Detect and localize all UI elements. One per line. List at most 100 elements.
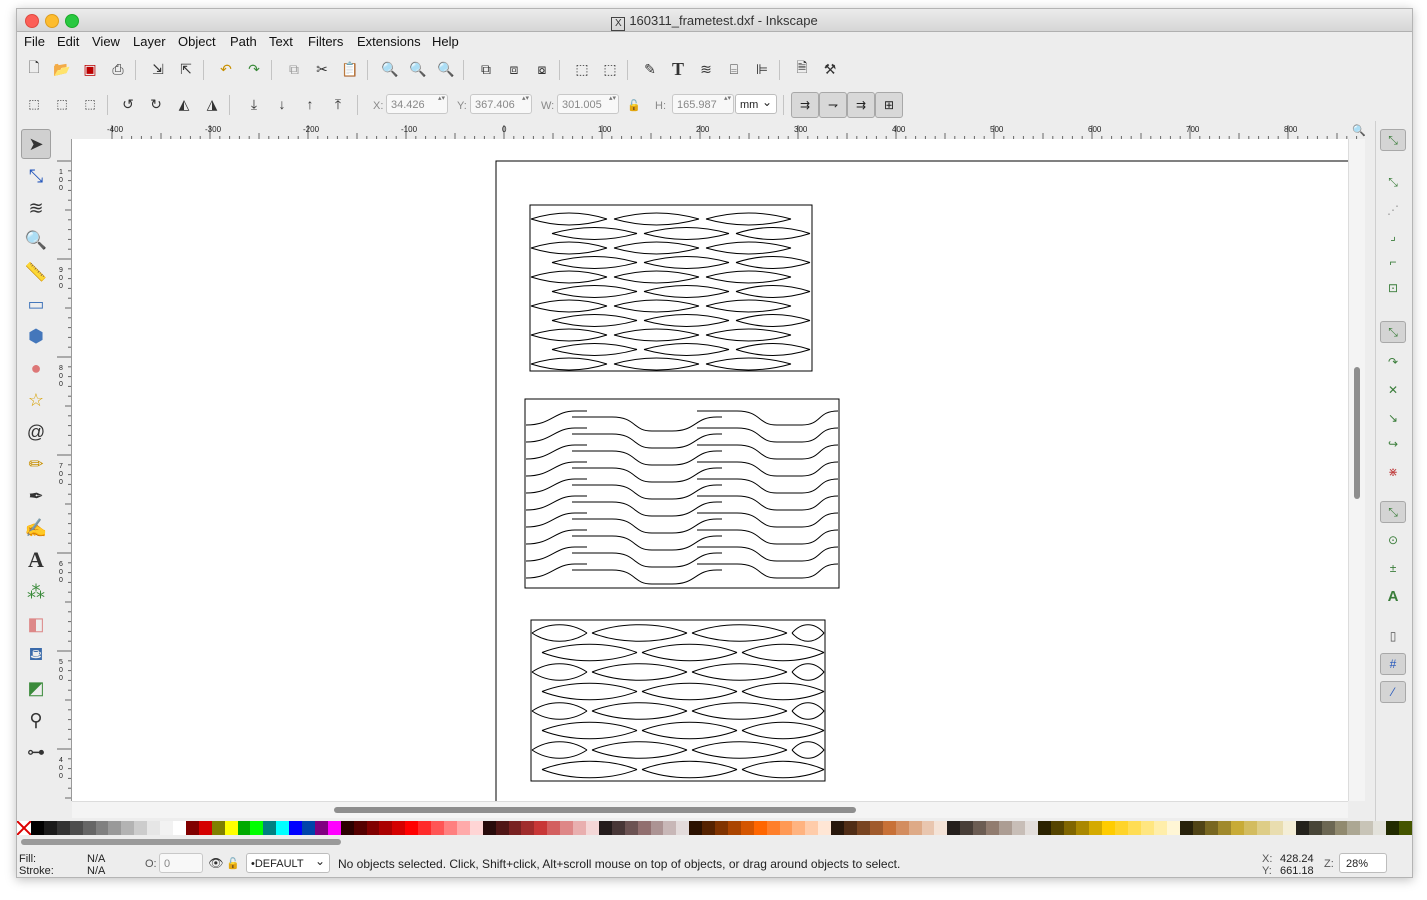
horizontal-scrollbar[interactable] bbox=[72, 801, 1348, 818]
xml-editor-icon[interactable]: ⌸ bbox=[723, 58, 745, 80]
snap-text-baseline-icon[interactable]: A bbox=[1380, 585, 1406, 607]
snap-page-border-icon[interactable]: ▯ bbox=[1380, 625, 1406, 647]
color-swatch[interactable] bbox=[973, 821, 987, 835]
scale-stroke-toggle[interactable]: ⇉ bbox=[791, 92, 819, 118]
color-swatch[interactable] bbox=[508, 821, 522, 835]
color-swatch[interactable] bbox=[573, 821, 586, 835]
no-paint-swatch[interactable] bbox=[17, 821, 31, 835]
color-swatch[interactable] bbox=[160, 821, 173, 835]
paste-icon[interactable]: 📋 bbox=[339, 58, 361, 80]
color-swatch[interactable] bbox=[43, 821, 57, 835]
select-all-icon[interactable]: ⬚ bbox=[23, 93, 45, 115]
color-swatch[interactable] bbox=[585, 821, 599, 835]
zoom-spinbox[interactable]: 28% bbox=[1339, 853, 1387, 873]
zoom-corner-icon[interactable]: 🔍 bbox=[1351, 122, 1367, 138]
color-swatch[interactable] bbox=[121, 821, 135, 835]
snap-bbox-center-icon[interactable]: ⊡ bbox=[1380, 277, 1406, 299]
color-swatch[interactable] bbox=[805, 821, 819, 835]
layers-icon[interactable]: ≋ bbox=[695, 58, 717, 80]
color-swatch[interactable] bbox=[108, 821, 122, 835]
menu-object[interactable]: Object bbox=[178, 34, 216, 49]
color-swatch[interactable] bbox=[1334, 821, 1348, 835]
gradient-icon[interactable]: ◩ bbox=[21, 673, 51, 703]
snap-bbox-midpoint-icon[interactable]: ⌐ bbox=[1380, 251, 1406, 273]
drawing-canvas[interactable] bbox=[72, 139, 1348, 801]
color-swatch[interactable] bbox=[469, 821, 483, 835]
transform-gradients-toggle[interactable]: ⇉ bbox=[847, 92, 875, 118]
stroke-value[interactable]: N/A bbox=[87, 865, 105, 877]
color-swatch[interactable] bbox=[521, 821, 535, 835]
color-swatch[interactable] bbox=[1257, 821, 1270, 835]
color-swatch[interactable] bbox=[792, 821, 806, 835]
rotate-ccw-icon[interactable]: ↺ bbox=[117, 93, 139, 115]
snap-object-center-icon[interactable]: ⊙ bbox=[1380, 529, 1406, 551]
color-swatch[interactable] bbox=[663, 821, 677, 835]
star-icon[interactable]: ☆ bbox=[21, 385, 51, 415]
color-swatch[interactable] bbox=[1115, 821, 1129, 835]
snap-path-intersection-icon[interactable]: ✕ bbox=[1380, 379, 1406, 401]
color-swatch[interactable] bbox=[818, 821, 832, 835]
width-spinbox[interactable]: 301.005 bbox=[557, 94, 619, 114]
color-swatch[interactable] bbox=[779, 821, 793, 835]
color-swatch[interactable] bbox=[1179, 821, 1193, 835]
color-swatch[interactable] bbox=[1270, 821, 1283, 835]
color-swatch[interactable] bbox=[444, 821, 457, 835]
color-swatch[interactable] bbox=[82, 821, 96, 835]
color-swatch[interactable] bbox=[353, 821, 367, 835]
snap-nodes-icon[interactable]: ⤡ bbox=[1380, 321, 1406, 343]
fill-value[interactable]: N/A bbox=[87, 853, 105, 865]
color-swatch[interactable] bbox=[1282, 821, 1296, 835]
ellipse-icon[interactable]: ● bbox=[21, 353, 51, 383]
menu-text[interactable]: Text bbox=[269, 34, 293, 49]
connector-icon[interactable]: ⊶ bbox=[21, 737, 51, 767]
color-swatch[interactable] bbox=[1399, 821, 1412, 835]
tweak-icon[interactable]: ≋ bbox=[21, 193, 51, 223]
frame-pattern-2[interactable] bbox=[524, 398, 840, 589]
dropper-icon[interactable]: ⚲ bbox=[21, 705, 51, 735]
menu-file[interactable]: File bbox=[24, 34, 45, 49]
color-swatch[interactable] bbox=[1011, 821, 1025, 835]
new-document-icon[interactable]: 🗋 bbox=[23, 58, 45, 80]
spray-icon[interactable]: ⁂ bbox=[21, 577, 51, 607]
document-properties-icon[interactable]: 🗎 bbox=[791, 58, 813, 80]
group-icon[interactable]: ⬚ bbox=[571, 58, 593, 80]
color-swatch[interactable] bbox=[1295, 821, 1309, 835]
eye-visibility-icon[interactable]: 👁 bbox=[207, 853, 225, 873]
color-swatch[interactable] bbox=[1102, 821, 1116, 835]
color-swatch[interactable] bbox=[237, 821, 251, 835]
color-swatch[interactable] bbox=[366, 821, 380, 835]
menu-filters[interactable]: Filters bbox=[308, 34, 343, 49]
color-swatch[interactable] bbox=[147, 821, 161, 835]
vertical-scroll-thumb[interactable] bbox=[1354, 367, 1360, 499]
color-swatch[interactable] bbox=[431, 821, 444, 835]
menu-layer[interactable]: Layer bbox=[133, 34, 166, 49]
frame-pattern-3[interactable] bbox=[530, 619, 826, 782]
lock-proportions-icon[interactable]: 🔓 bbox=[623, 94, 645, 116]
color-swatch[interactable] bbox=[934, 821, 948, 835]
color-swatch[interactable] bbox=[947, 821, 961, 835]
color-swatch[interactable] bbox=[185, 821, 199, 835]
rotate-cw-icon[interactable]: ↻ bbox=[145, 93, 167, 115]
color-swatch[interactable] bbox=[495, 821, 509, 835]
color-swatch[interactable] bbox=[1063, 821, 1077, 835]
color-swatch[interactable] bbox=[314, 821, 328, 835]
color-swatch[interactable] bbox=[611, 821, 625, 835]
pen-icon[interactable]: ✒ bbox=[21, 481, 51, 511]
snap-rotation-center-icon[interactable]: ± bbox=[1380, 557, 1406, 579]
color-swatch[interactable] bbox=[753, 821, 767, 835]
open-icon[interactable]: 📂 bbox=[51, 58, 73, 80]
redo-icon[interactable]: ↷ bbox=[243, 58, 265, 80]
color-swatch[interactable] bbox=[921, 821, 935, 835]
snap-bbox-icon[interactable]: ⤡ bbox=[1380, 171, 1406, 193]
color-swatch[interactable] bbox=[379, 821, 393, 835]
vertical-scrollbar[interactable] bbox=[1348, 139, 1365, 801]
color-swatch[interactable] bbox=[31, 821, 44, 835]
eraser-icon[interactable]: ◧ bbox=[21, 609, 51, 639]
snap-bbox-edge-icon[interactable]: ⋰ bbox=[1380, 199, 1406, 221]
color-swatch[interactable] bbox=[857, 821, 870, 835]
color-swatch[interactable] bbox=[1128, 821, 1141, 835]
unit-select[interactable]: mm bbox=[735, 92, 777, 114]
color-swatch[interactable] bbox=[1153, 821, 1167, 835]
node-editor-icon[interactable]: ⤡ bbox=[21, 161, 51, 191]
zoom-icon[interactable]: 🔍 bbox=[21, 225, 51, 255]
